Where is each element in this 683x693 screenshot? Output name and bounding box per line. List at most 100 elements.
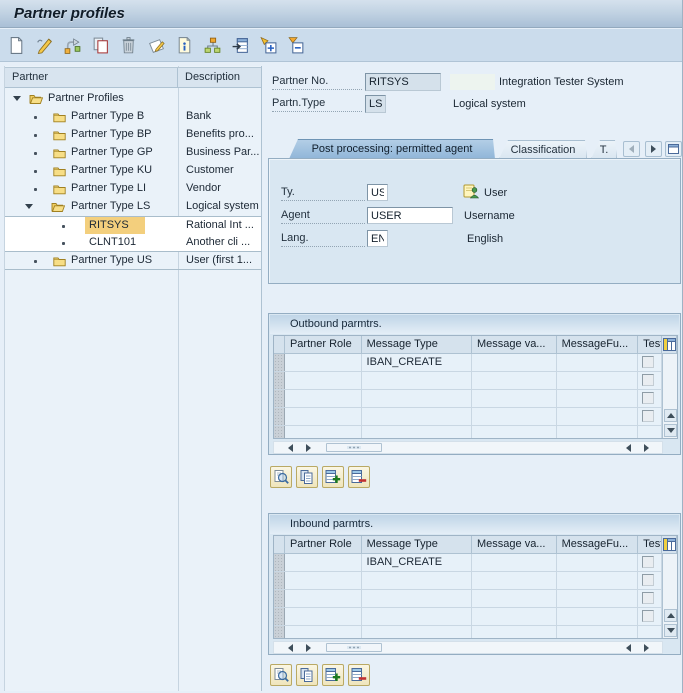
select-all-header[interactable] [274, 536, 285, 554]
table-row[interactable]: IBAN_CREATE [274, 554, 662, 572]
tree-row-type-b[interactable]: Partner Type B Bank [5, 108, 261, 126]
create-icon[interactable] [6, 34, 28, 56]
copy-rows-icon[interactable] [296, 466, 318, 488]
copy-as-icon[interactable] [62, 34, 84, 56]
test-checkbox[interactable] [642, 592, 654, 604]
arrow-left-icon[interactable] [288, 444, 293, 452]
arrow-right-icon[interactable] [644, 444, 649, 452]
partner-no-input[interactable] [365, 73, 441, 91]
tree-row-ritsys[interactable]: RITSYS Rational Int ... [5, 216, 261, 234]
tab-fullscreen-button[interactable] [665, 141, 682, 157]
tree-column-partner[interactable]: Partner [5, 68, 178, 87]
test-checkbox[interactable] [642, 610, 654, 622]
horizontal-scrollbar[interactable] [273, 441, 663, 454]
test-checkbox[interactable] [642, 356, 654, 368]
copy-rows-icon[interactable] [296, 664, 318, 686]
tree-row-type-ls[interactable]: Partner Type LS Logical system [5, 198, 261, 216]
expand-all-icon[interactable] [258, 34, 280, 56]
agent-input[interactable] [367, 207, 453, 224]
display-change-icon[interactable] [34, 34, 56, 56]
table-settings-icon[interactable] [662, 336, 677, 354]
test-checkbox[interactable] [642, 374, 654, 386]
row-selector[interactable] [274, 408, 285, 425]
ty-input[interactable] [367, 184, 388, 201]
table-row[interactable] [274, 572, 662, 590]
scrollbar-thumb[interactable] [326, 443, 382, 452]
table-row[interactable]: IBAN_CREATE [274, 354, 662, 372]
row-selector[interactable] [274, 590, 285, 607]
tab-classification[interactable]: Classification [499, 140, 587, 159]
tree-row-type-us[interactable]: Partner Type US User (first 1... [5, 252, 261, 270]
tree-row-partner-profiles[interactable]: Partner Profiles [5, 90, 261, 108]
scrollbar-thumb[interactable] [326, 643, 382, 652]
horizontal-scrollbar[interactable] [273, 641, 663, 654]
row-selector[interactable] [274, 572, 285, 589]
tree-row-type-gp[interactable]: Partner Type GP Business Par... [5, 144, 261, 162]
test-checkbox[interactable] [642, 392, 654, 404]
details-icon[interactable] [270, 664, 292, 686]
scroll-down-button[interactable] [664, 624, 677, 637]
goto-table-icon[interactable] [230, 34, 252, 56]
delete-row-icon[interactable] [348, 466, 370, 488]
arrow-left-icon[interactable] [288, 644, 293, 652]
arrow-right-icon[interactable] [306, 444, 311, 452]
row-selector[interactable] [274, 554, 285, 571]
tree-row-type-li[interactable]: Partner Type LI Vendor [5, 180, 261, 198]
col-message-variant[interactable]: Message va... [472, 536, 557, 554]
tab-scroll-right-button[interactable] [645, 141, 662, 157]
tree-row-type-bp[interactable]: Partner Type BP Benefits pro... [5, 126, 261, 144]
table-row[interactable] [274, 408, 662, 426]
vertical-scrollbar[interactable] [662, 554, 677, 639]
test-checkbox[interactable] [642, 556, 654, 568]
col-test[interactable]: Test [638, 536, 662, 554]
insert-row-icon[interactable] [322, 664, 344, 686]
vertical-scrollbar[interactable] [662, 354, 677, 439]
insert-row-icon[interactable] [322, 466, 344, 488]
scroll-up-button[interactable] [664, 409, 677, 422]
tab-telephony[interactable]: T. [591, 140, 617, 159]
table-row[interactable] [274, 590, 662, 608]
message-type-cell[interactable]: IBAN_CREATE [362, 554, 472, 571]
tree-column-description[interactable]: Description [178, 68, 261, 87]
expander-icon[interactable] [25, 204, 33, 209]
row-selector[interactable] [274, 390, 285, 407]
hierarchy-icon[interactable] [202, 34, 224, 56]
table-row[interactable] [274, 426, 662, 439]
documentation-icon[interactable] [174, 34, 196, 56]
col-message-type[interactable]: Message Type [362, 536, 472, 554]
row-selector[interactable] [274, 354, 285, 371]
col-message-type[interactable]: Message Type [362, 336, 472, 354]
arrow-right-icon[interactable] [644, 644, 649, 652]
tab-post-processing[interactable]: Post processing: permitted agent [289, 139, 495, 159]
selected-node-label[interactable]: RITSYS [85, 217, 145, 235]
arrow-left-icon[interactable] [626, 444, 631, 452]
col-partner-role[interactable]: Partner Role [285, 536, 362, 554]
scroll-up-button[interactable] [664, 609, 677, 622]
copy-icon[interactable] [90, 34, 112, 56]
col-message-function[interactable]: MessageFu... [557, 536, 639, 554]
table-row[interactable] [274, 372, 662, 390]
tab-scroll-left-button[interactable] [623, 141, 640, 157]
table-row[interactable] [274, 390, 662, 408]
delete-row-icon[interactable] [348, 664, 370, 686]
delete-icon[interactable] [118, 34, 140, 56]
collapse-all-icon[interactable] [286, 34, 308, 56]
col-partner-role[interactable]: Partner Role [285, 336, 362, 354]
check-icon[interactable] [146, 34, 168, 56]
col-message-variant[interactable]: Message va... [472, 336, 557, 354]
partn-type-input[interactable] [365, 95, 386, 113]
table-settings-icon[interactable] [662, 536, 677, 554]
row-selector[interactable] [274, 426, 285, 439]
tree-row-type-ku[interactable]: Partner Type KU Customer [5, 162, 261, 180]
col-message-function[interactable]: MessageFu... [557, 336, 639, 354]
table-row[interactable] [274, 626, 662, 639]
details-icon[interactable] [270, 466, 292, 488]
message-type-cell[interactable]: IBAN_CREATE [362, 354, 472, 371]
arrow-right-icon[interactable] [306, 644, 311, 652]
table-row[interactable] [274, 608, 662, 626]
row-selector[interactable] [274, 372, 285, 389]
test-checkbox[interactable] [642, 574, 654, 586]
lang-input[interactable] [367, 230, 388, 247]
col-test[interactable]: Test [638, 336, 662, 354]
scroll-down-button[interactable] [664, 424, 677, 437]
